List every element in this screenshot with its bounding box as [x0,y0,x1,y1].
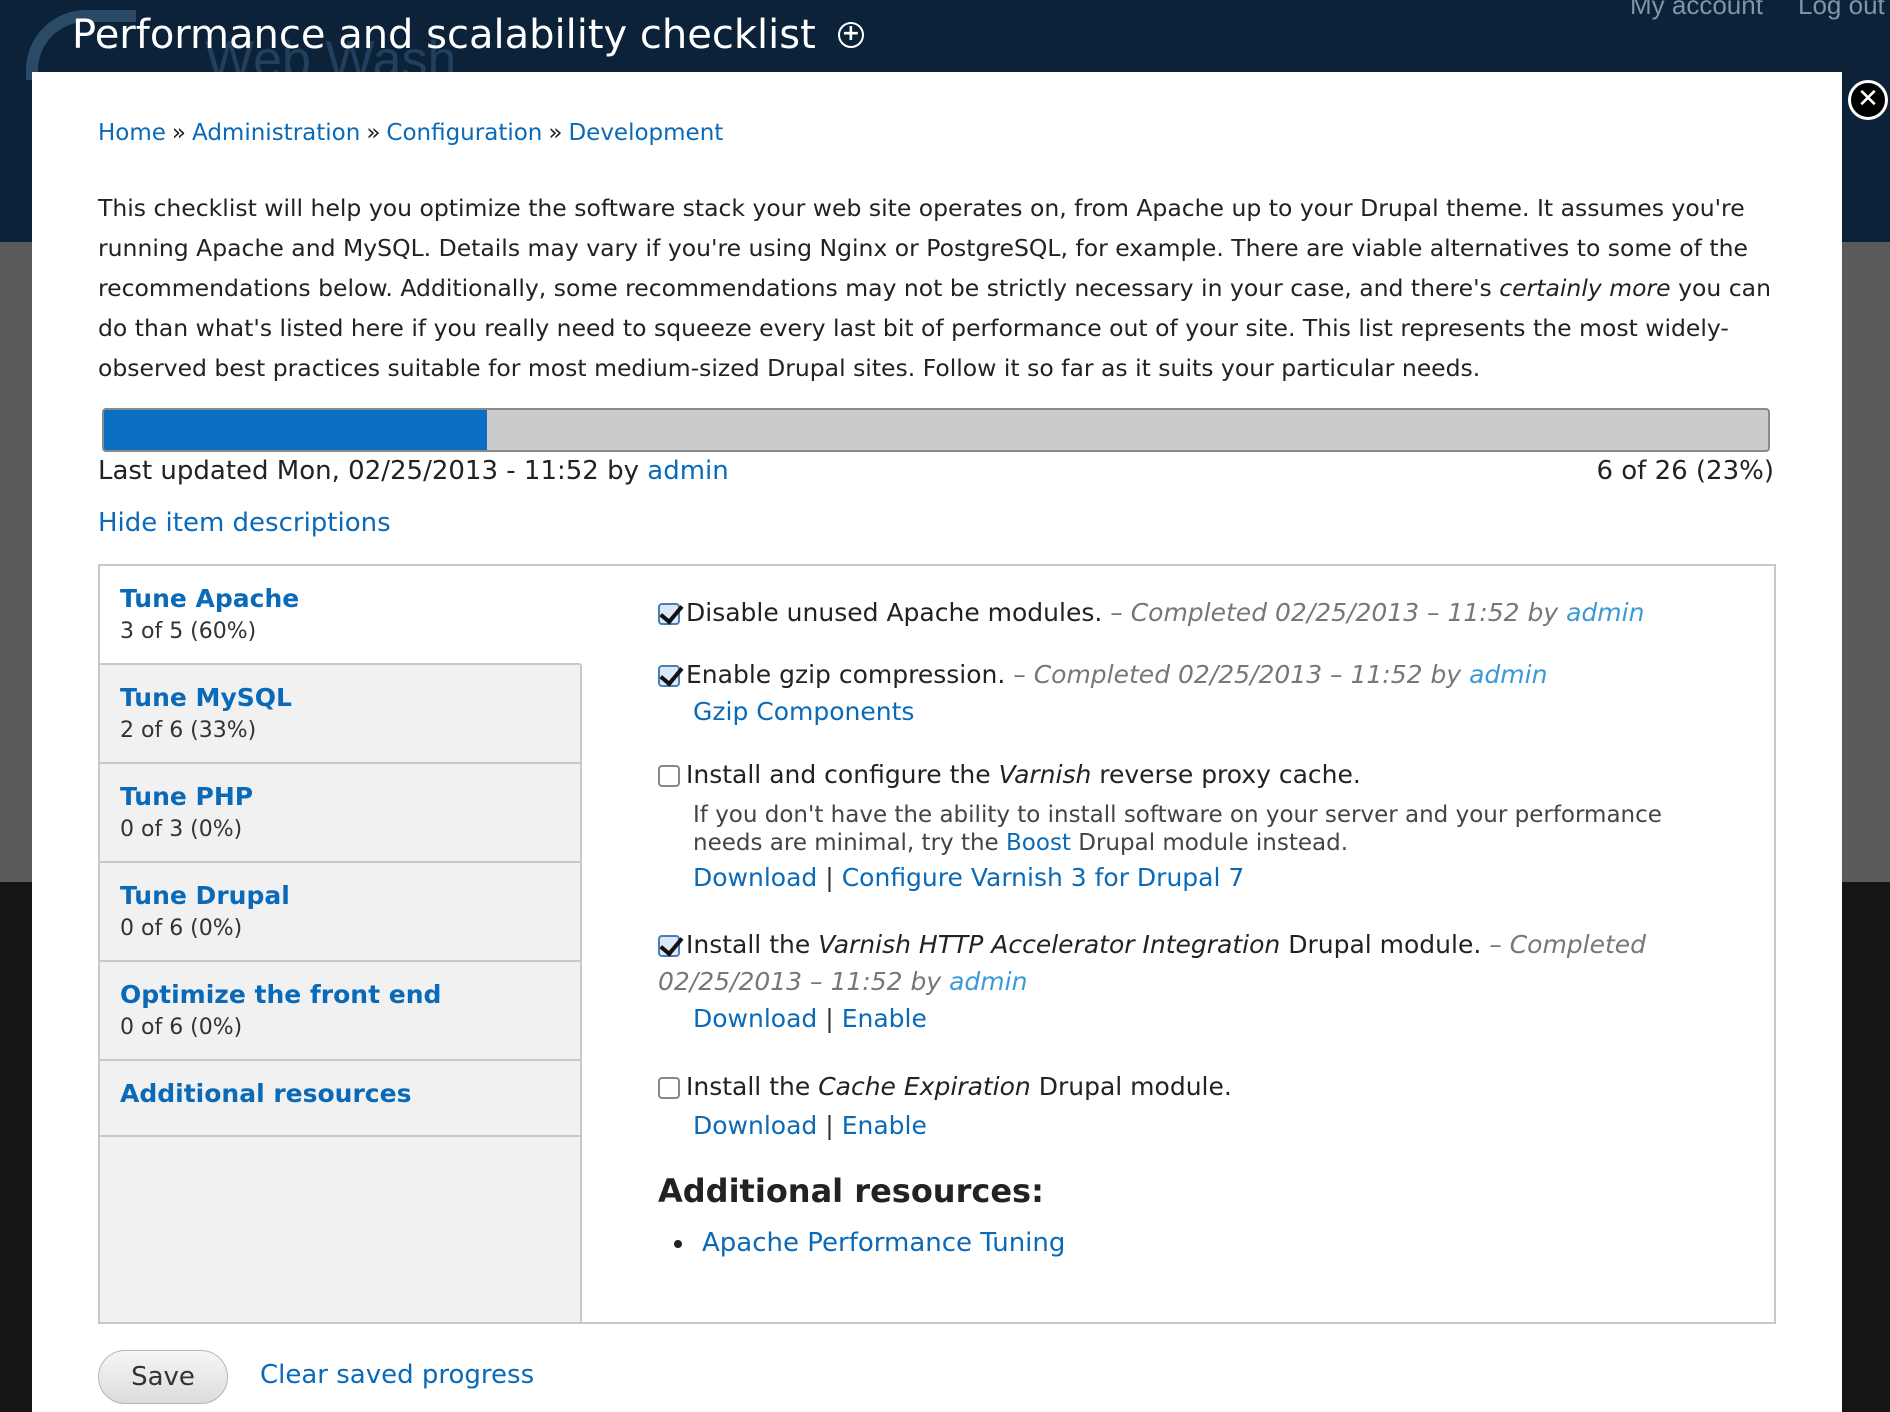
resources-list: Apache Performance Tuning [658,1228,1738,1258]
overlay-title: Performance and scalability checklist [72,12,816,58]
breadcrumb-configuration[interactable]: Configuration [386,120,542,146]
link-separator: | [825,1111,834,1140]
tab-title[interactable]: Tune Apache [120,584,560,613]
last-updated-user-link[interactable]: admin [647,456,728,486]
tab-tune-drupal[interactable]: Tune Drupal 0 of 6 (0%) [100,863,582,962]
item-checkbox[interactable] [658,765,680,787]
item-checkbox[interactable] [658,603,680,625]
breadcrumb-separator: » [171,120,186,146]
checklist-item: Install the Varnish HTTP Accelerator Int… [658,930,1738,1072]
checklist-item: Disable unused Apache modules. – Complet… [658,598,1738,660]
intro-text: This checklist will help you optimize th… [98,188,1798,388]
tab-tune-apache[interactable]: Tune Apache 3 of 5 (60%) [100,566,582,665]
intro-emphasis: certainly more [1499,274,1671,302]
gzip-components-link[interactable]: Gzip Components [693,697,914,726]
breadcrumb-separator: » [548,120,563,146]
item-label: Enable gzip compression. – Completed 02/… [686,660,1548,689]
item-checkbox[interactable] [658,665,680,687]
tab-count: 2 of 6 (33%) [120,718,257,743]
tab-count: 0 of 6 (0%) [120,1015,243,1040]
additional-resources-heading: Additional resources: [658,1172,1044,1210]
tab-tune-mysql[interactable]: Tune MySQL 2 of 6 (33%) [100,665,582,764]
checklist-item: Install and configure the Varnish revers… [658,760,1738,930]
checklist-tabs: Tune Apache 3 of 5 (60%) Tune MySQL 2 of… [100,566,582,1322]
item-completed-info: 02/25/2013 – 11:52 by admin [658,967,1028,996]
boost-link[interactable]: Boost [1006,830,1071,856]
item-description: If you don't have the ability to install… [693,802,1662,856]
breadcrumb-separator: » [366,120,381,146]
breadcrumb-home[interactable]: Home [98,120,166,146]
last-updated-text: Last updated Mon, 02/25/2013 - 11:52 by [98,456,639,486]
resource-item: Apache Performance Tuning [696,1228,1738,1258]
hide-descriptions-link[interactable]: Hide item descriptions [98,508,391,538]
last-updated: Last updated Mon, 02/25/2013 - 11:52 by … [98,456,729,486]
item-checkbox[interactable] [658,1077,680,1099]
completed-user-link[interactable]: admin [949,967,1027,996]
configure-varnish-link[interactable]: Configure Varnish 3 for Drupal 7 [842,863,1245,892]
download-link[interactable]: Download [693,1111,817,1140]
checklist-items: Disable unused Apache modules. – Complet… [658,598,1738,1258]
progress-fill [104,410,487,450]
tab-count: 0 of 6 (0%) [120,916,243,941]
overlay-titlebar: Performance and scalability checklist + [72,12,864,58]
breadcrumb: Home» Administration» Configuration» Develo… [98,120,723,146]
tab-additional-resources[interactable]: Additional resources [100,1061,582,1137]
item-label: Install the Cache Expiration Drupal modu… [686,1072,1232,1101]
add-shortcut-icon[interactable]: + [837,22,864,48]
tab-count: 3 of 5 (60%) [120,619,257,644]
checklist-item: Enable gzip compression. – Completed 02/… [658,660,1738,760]
tab-title[interactable]: Tune Drupal [120,881,560,910]
item-label: Install and configure the Varnish revers… [686,760,1361,789]
enable-link[interactable]: Enable [842,1111,927,1140]
logout-link[interactable]: Log out [1798,0,1885,21]
checklist-item: Install the Cache Expiration Drupal modu… [658,1072,1738,1172]
tab-count: 0 of 3 (0%) [120,817,243,842]
clear-saved-progress-link[interactable]: Clear saved progress [260,1360,534,1390]
apache-performance-tuning-link[interactable]: Apache Performance Tuning [702,1228,1065,1258]
tab-tune-php[interactable]: Tune PHP 0 of 3 (0%) [100,764,582,863]
tab-title[interactable]: Tune PHP [120,782,560,811]
link-separator: | [825,1004,834,1033]
download-link[interactable]: Download [693,863,817,892]
breadcrumb-development[interactable]: Development [568,120,723,146]
progress-count: 6 of 26 (23%) [1596,456,1774,486]
item-label: Install the Varnish HTTP Accelerator Int… [686,930,1647,959]
save-button[interactable]: Save [98,1350,228,1404]
my-account-link[interactable]: My account [1630,0,1763,21]
breadcrumb-administration[interactable]: Administration [192,120,360,146]
tab-title[interactable]: Optimize the front end [120,980,560,1009]
tab-title[interactable]: Tune MySQL [120,683,560,712]
item-checkbox[interactable] [658,935,680,957]
completed-user-link[interactable]: admin [1469,660,1547,689]
progress-bar [102,408,1770,452]
item-label: Disable unused Apache modules. – Complet… [686,598,1645,627]
download-link[interactable]: Download [693,1004,817,1033]
completed-user-link[interactable]: admin [1566,598,1644,627]
tab-optimize-front-end[interactable]: Optimize the front end 0 of 6 (0%) [100,962,582,1061]
close-icon[interactable]: ✕ [1848,80,1888,120]
link-separator: | [825,863,834,892]
enable-link[interactable]: Enable [842,1004,927,1033]
tab-title[interactable]: Additional resources [120,1079,560,1108]
